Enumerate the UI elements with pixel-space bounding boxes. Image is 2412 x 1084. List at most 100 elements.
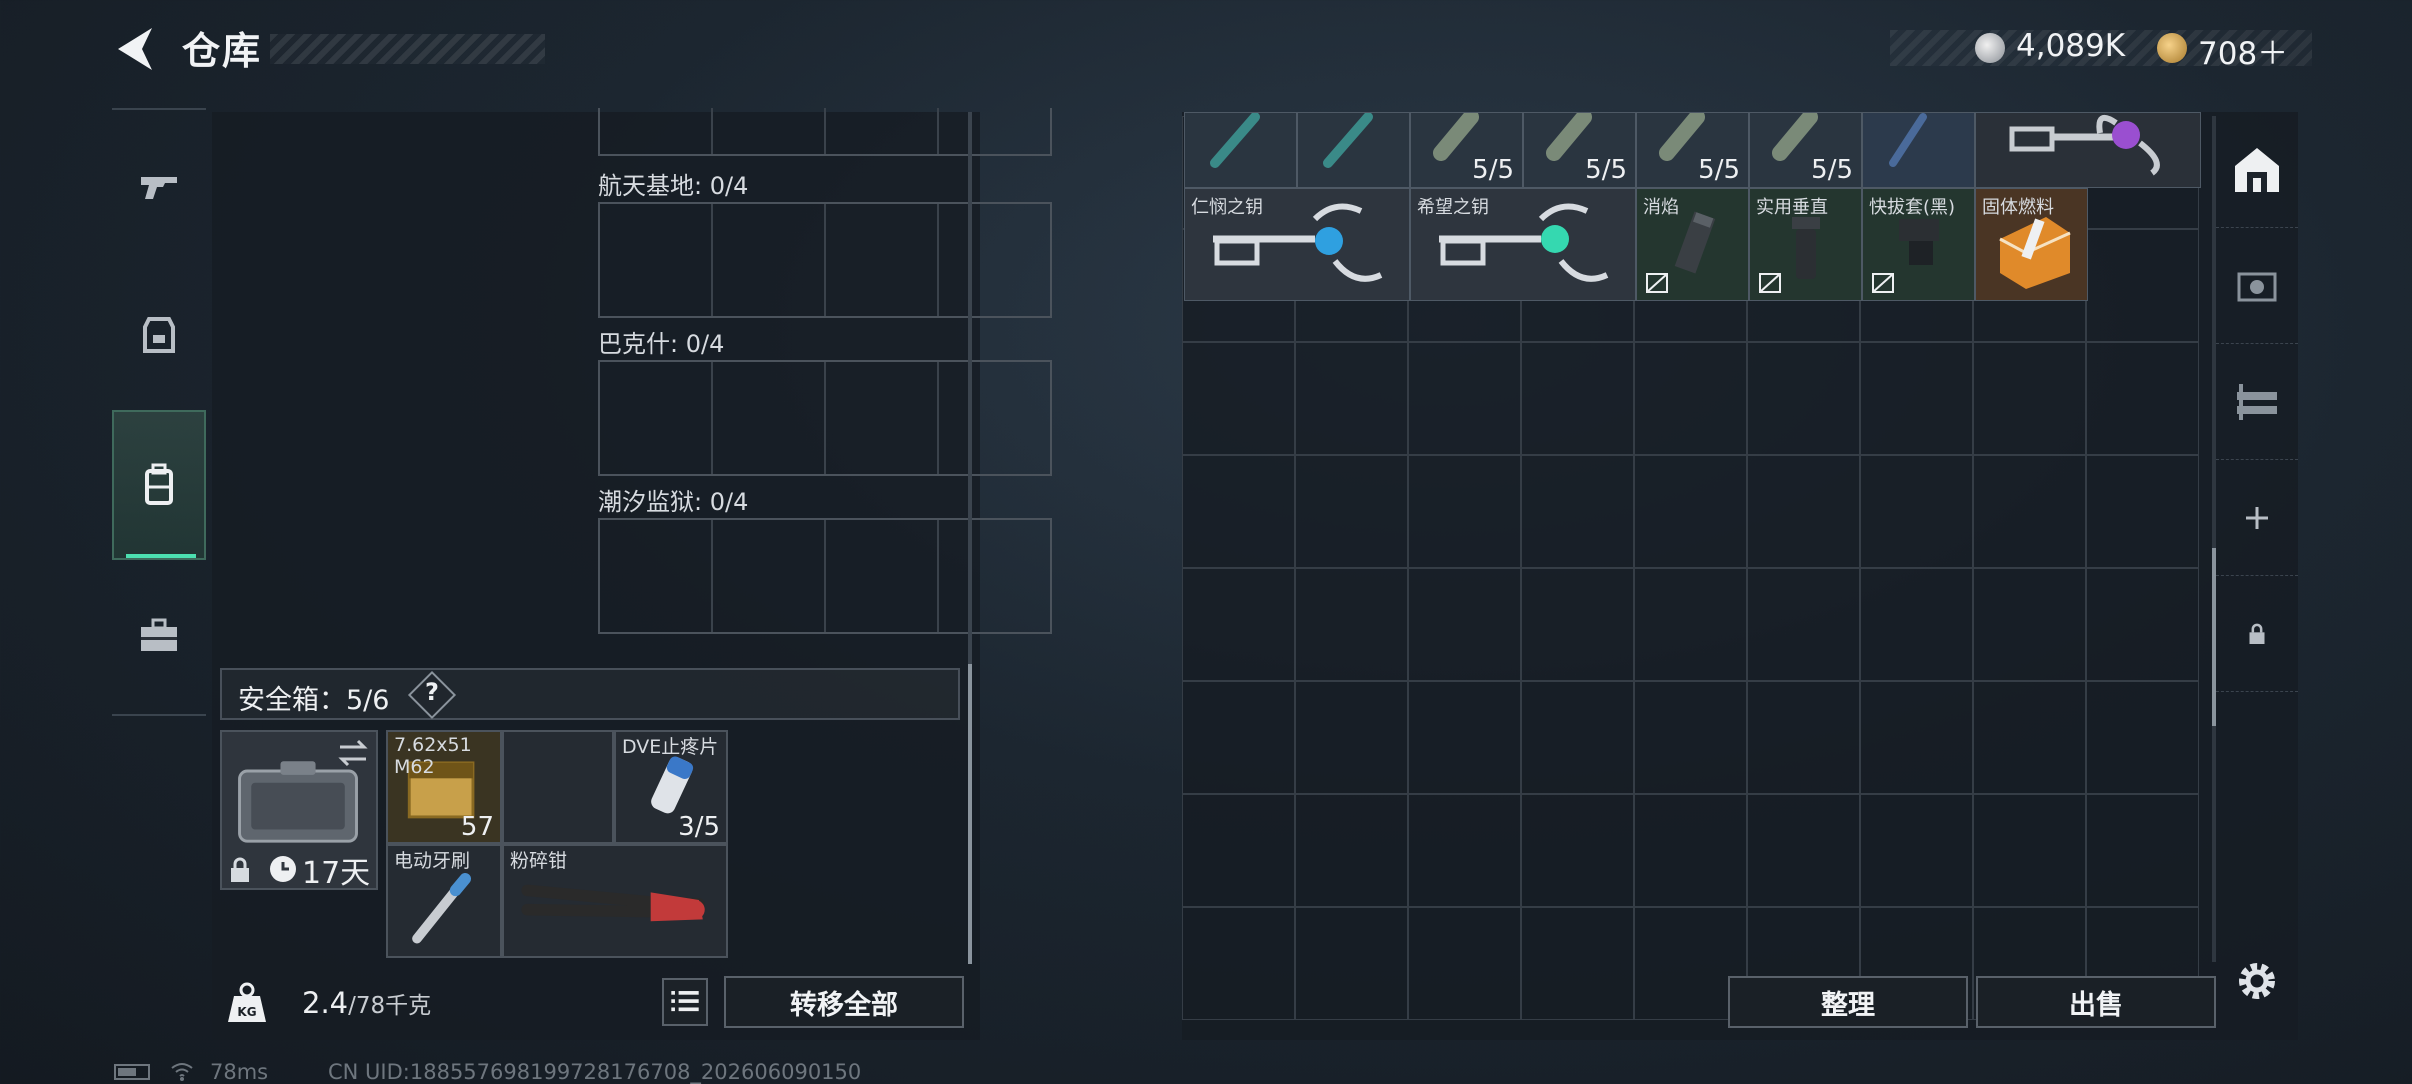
stash-item-qty: 5/5 (1472, 155, 1514, 185)
stash-grid-cell[interactable] (1860, 794, 1973, 907)
map-slot-grid-tide-prison[interactable] (598, 518, 1052, 634)
stash-item-key-purple[interactable] (1975, 112, 2201, 188)
swap-arrows-icon[interactable] (336, 738, 370, 768)
stash-grid-cell[interactable] (1973, 342, 2086, 455)
stash-item-vertical-grip[interactable]: 实用垂直 (1749, 188, 1862, 301)
stash-grid-cell[interactable] (1408, 907, 1521, 1020)
stash-grid-cell[interactable] (1521, 907, 1634, 1020)
stash-grid-cell[interactable] (1408, 794, 1521, 907)
gold-currency-value[interactable]: 708＋ (2198, 28, 2288, 73)
left-scrollbar-thumb[interactable] (968, 664, 972, 964)
stash-grid-cell[interactable] (1747, 342, 1860, 455)
stash-grid-cell[interactable] (1634, 794, 1747, 907)
stash-grid-cell[interactable] (2086, 681, 2199, 794)
sidebar-item-toolbox[interactable] (112, 560, 206, 710)
stash-item-top-3[interactable]: 5/5 (1410, 112, 1523, 188)
gold-coin-icon (2157, 33, 2187, 63)
stash-grid-cell[interactable] (1747, 794, 1860, 907)
active-indicator (126, 554, 196, 558)
stash-grid-cell[interactable] (1295, 455, 1408, 568)
sell-button[interactable]: 出售 (1976, 976, 2216, 1028)
stash-item-top-1[interactable] (1184, 112, 1297, 188)
case-duration: 17天 (302, 856, 371, 891)
stash-item-key-hope[interactable]: 希望之钥 (1410, 188, 1636, 301)
stash-grid-cell[interactable] (1973, 568, 2086, 681)
safe-item-toothbrush[interactable]: 电动牙刷 (386, 844, 502, 958)
list-view-button[interactable] (662, 978, 708, 1026)
stash-grid-cell[interactable] (1521, 568, 1634, 681)
stash-grid-cell[interactable] (1295, 681, 1408, 794)
stash-grid-cell[interactable] (2086, 229, 2199, 342)
stash-grid-cell[interactable] (2086, 342, 2199, 455)
stash-tab-main[interactable] (2216, 112, 2298, 228)
stash-item-top-5[interactable]: 5/5 (1636, 112, 1749, 188)
stash-grid-cell[interactable] (1182, 455, 1295, 568)
map-slot-grid-bakesh[interactable] (598, 360, 1052, 476)
sidebar-item-backpack[interactable] (112, 410, 206, 560)
safe-item-ammo[interactable]: 7.62x51 M62 57 (386, 730, 502, 844)
stash-grid-cell[interactable] (1634, 681, 1747, 794)
gear-icon[interactable] (2232, 956, 2282, 1006)
stash-grid-cell[interactable] (1973, 681, 2086, 794)
stash-grid-cell[interactable] (1747, 568, 1860, 681)
stash-grid-cell[interactable] (1408, 568, 1521, 681)
stash-grid-cell[interactable] (1860, 681, 1973, 794)
stash-tab-gallery[interactable] (2216, 228, 2298, 344)
safe-empty-slot[interactable] (502, 730, 614, 844)
stash-grid-cell[interactable] (1747, 681, 1860, 794)
stash-grid-cell[interactable] (1182, 568, 1295, 681)
stash-grid-cell[interactable] (1973, 455, 2086, 568)
back-arrow-icon[interactable] (112, 24, 158, 74)
stash-tab-add[interactable] (2216, 460, 2298, 576)
stash-item-solid-fuel[interactable]: 固体燃料 (1975, 188, 2088, 301)
stash-grid-cell[interactable] (1408, 342, 1521, 455)
stash-grid-cell[interactable] (1860, 342, 1973, 455)
sidebar-item-armor[interactable] (112, 260, 206, 410)
silver-currency-value: 4,089K (2016, 28, 2126, 64)
stash-grid-cell[interactable] (1634, 568, 1747, 681)
stash-tab-locked[interactable] (2216, 576, 2298, 692)
sidebar-item-weapons[interactable] (112, 110, 206, 260)
stash-item-quick-holster[interactable]: 快拔套(黑) (1862, 188, 1975, 301)
stash-grid-cell[interactable] (1182, 342, 1295, 455)
lock-icon (228, 856, 252, 884)
stash-grid-cell[interactable] (1182, 907, 1295, 1020)
stash-item-top-7[interactable] (1862, 112, 1975, 188)
safe-item-bolt-cutter[interactable]: 粉碎钳 (502, 844, 728, 958)
stash-grid-cell[interactable] (2086, 455, 2199, 568)
stash-grid-cell[interactable] (1860, 568, 1973, 681)
stash-grid-cell[interactable] (1295, 794, 1408, 907)
transfer-all-button[interactable]: 转移全部 (724, 976, 964, 1028)
sort-button[interactable]: 整理 (1728, 976, 1968, 1028)
stash-grid-cell[interactable] (1182, 794, 1295, 907)
stash-grid-cell[interactable] (1634, 455, 1747, 568)
stash-grid-cell[interactable] (1295, 907, 1408, 1020)
stash-item-flash-hider[interactable]: 消焰 (1636, 188, 1749, 301)
stash-grid-cell[interactable] (1973, 794, 2086, 907)
map-slot-grid-aerospace[interactable] (598, 202, 1052, 318)
stash-grid-cell[interactable] (1295, 568, 1408, 681)
stash-grid-cell[interactable] (1408, 455, 1521, 568)
stash-grid-cell[interactable] (2086, 794, 2199, 907)
stash-grid-cell[interactable] (1521, 794, 1634, 907)
stash-grid-cell[interactable] (2086, 568, 2199, 681)
stash-item-qty: 5/5 (1698, 155, 1740, 185)
stash-item-top-4[interactable]: 5/5 (1523, 112, 1636, 188)
toothbrush-name: 电动牙刷 (394, 850, 471, 872)
stash-grid-cell[interactable] (1521, 681, 1634, 794)
stash-grid-cell[interactable] (1182, 681, 1295, 794)
stash-grid-cell[interactable] (1634, 342, 1747, 455)
title-decoration (270, 34, 545, 64)
stash-item-top-2[interactable] (1297, 112, 1410, 188)
stash-item-top-6[interactable]: 5/5 (1749, 112, 1862, 188)
bolt-cutter-name: 粉碎钳 (510, 850, 568, 872)
stash-grid-cell[interactable] (1408, 681, 1521, 794)
stash-grid-cell[interactable] (1521, 342, 1634, 455)
safe-item-painkiller[interactable]: DVE止疼片 3/5 (614, 730, 728, 844)
stash-grid-cell[interactable] (1295, 342, 1408, 455)
stash-grid-cell[interactable] (1521, 455, 1634, 568)
stash-tab-weapon-rack[interactable] (2216, 344, 2298, 460)
stash-item-key-mercy[interactable]: 仁悯之钥 (1184, 188, 1410, 301)
stash-grid-cell[interactable] (1860, 455, 1973, 568)
stash-grid-cell[interactable] (1747, 455, 1860, 568)
